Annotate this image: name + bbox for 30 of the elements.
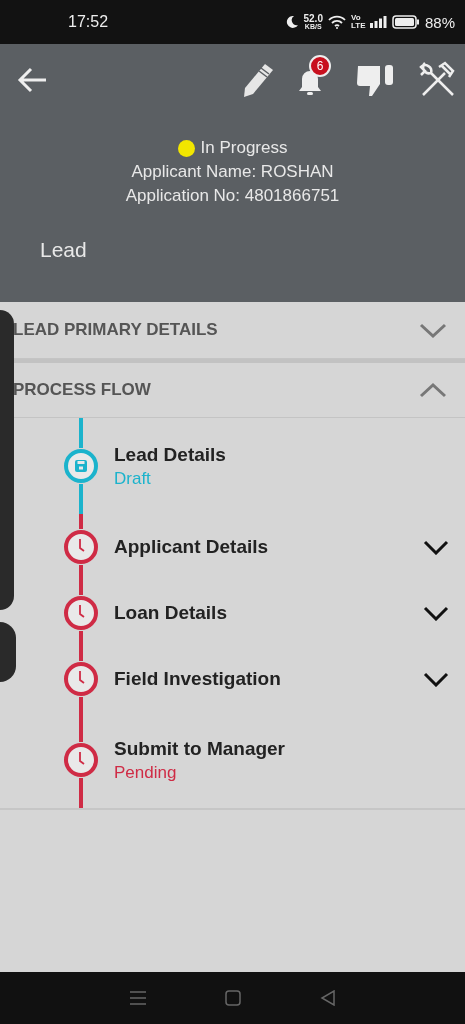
battery-percent: 88%	[424, 13, 455, 31]
notification-badge: 6	[309, 55, 331, 77]
step-title: Lead Details	[114, 443, 227, 467]
back-icon[interactable]	[319, 990, 336, 1006]
pencil-icon[interactable]	[241, 62, 275, 98]
step-status: Pending	[114, 762, 178, 784]
network-label: Vo LTE	[350, 14, 365, 30]
step-title: Loan Details	[114, 601, 228, 625]
wifi-icon	[327, 15, 346, 29]
chevron-icon[interactable]	[423, 605, 449, 621]
application-number: Application No: 4801866751	[125, 185, 340, 207]
step-status: Draft	[114, 468, 152, 490]
page-title: Lead	[40, 238, 88, 262]
signal-icon	[369, 16, 387, 28]
step-title: Field Investigation	[114, 667, 282, 691]
battery-icon	[391, 15, 420, 29]
moon-icon	[284, 15, 299, 29]
home-icon[interactable]	[225, 990, 242, 1006]
status-label: In Progress	[200, 137, 288, 159]
chevron-icon[interactable]	[423, 671, 449, 687]
chevron-icon	[419, 322, 447, 338]
notification-button[interactable]: 6	[295, 55, 335, 97]
applicant-name: Applicant Name: ROSHAN	[131, 161, 334, 183]
step-title: Submit to Manager	[114, 737, 286, 761]
chevron-icon[interactable]	[423, 539, 449, 555]
speed-value: 52.0	[303, 13, 323, 23]
step-title: Applicant Details	[114, 535, 270, 559]
clock-time: 17:52	[68, 13, 109, 31]
floating-menu[interactable]	[0, 622, 16, 682]
chevron-icon	[419, 382, 447, 398]
